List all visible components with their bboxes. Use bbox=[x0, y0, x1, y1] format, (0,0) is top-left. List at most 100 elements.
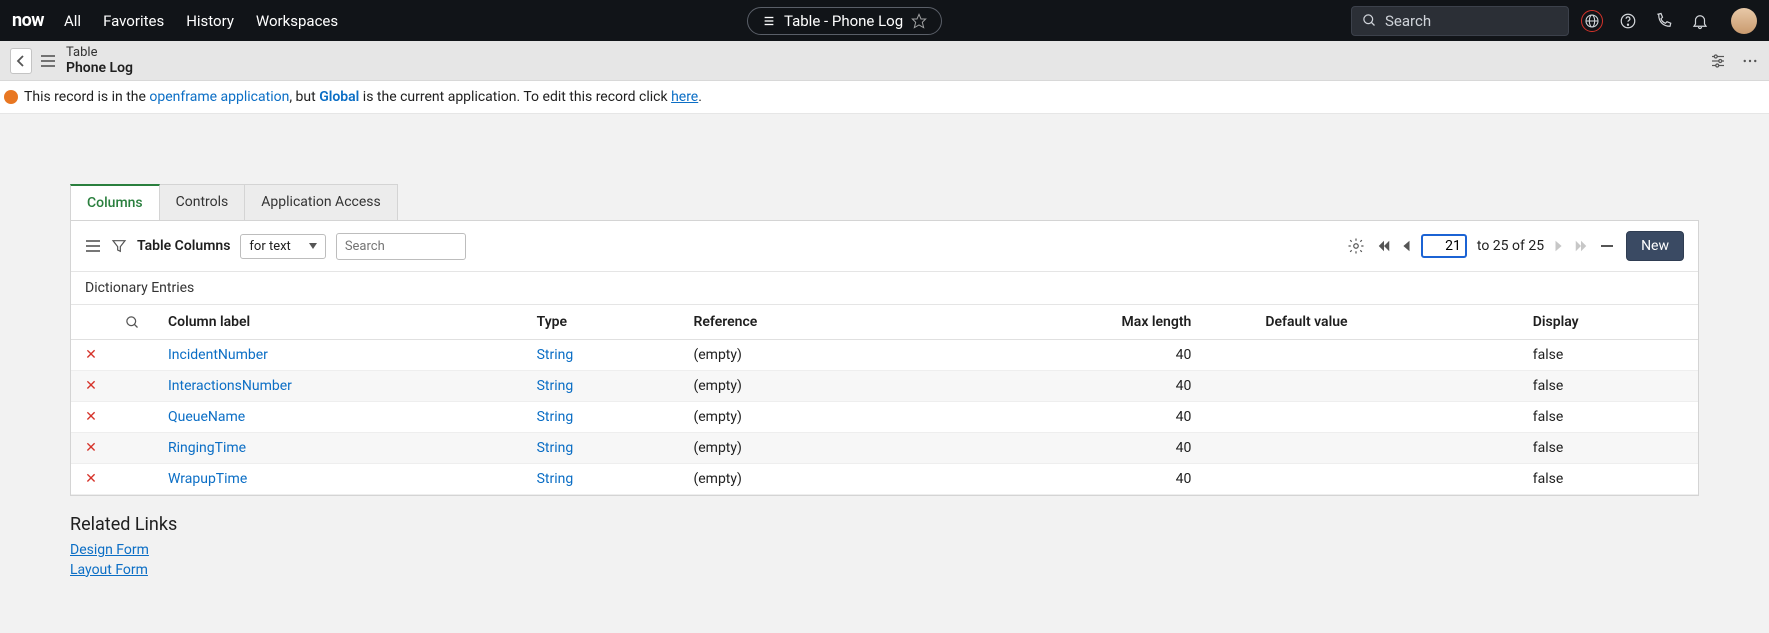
nav-history[interactable]: History bbox=[186, 12, 234, 30]
cell-display: false bbox=[1519, 464, 1698, 495]
header-actions bbox=[1581, 8, 1757, 34]
th-max-length[interactable]: Max length bbox=[902, 305, 1251, 340]
star-icon[interactable] bbox=[911, 13, 927, 29]
cell-max-length: 40 bbox=[902, 402, 1251, 433]
app-link[interactable]: openframe application bbox=[149, 89, 289, 105]
filter-icon[interactable] bbox=[111, 238, 127, 254]
cell-default-value bbox=[1251, 371, 1518, 402]
nav-favorites[interactable]: Favorites bbox=[103, 12, 164, 30]
link-design-form[interactable]: Design Form bbox=[70, 541, 1699, 561]
th-search[interactable] bbox=[111, 305, 154, 340]
cell-default-value bbox=[1251, 433, 1518, 464]
section-title: Dictionary Entries bbox=[71, 272, 1698, 305]
cell-type[interactable]: String bbox=[537, 471, 574, 487]
cell-default-value bbox=[1251, 402, 1518, 433]
table-row: ✕InteractionsNumberString(empty)40false bbox=[71, 371, 1698, 402]
page-next-icon[interactable] bbox=[1554, 239, 1564, 253]
phone-icon[interactable] bbox=[1653, 10, 1675, 32]
nav-links: All Favorites History Workspaces bbox=[64, 12, 338, 30]
tab-columns[interactable]: Columns bbox=[70, 184, 160, 220]
search-icon bbox=[1362, 13, 1377, 28]
gear-icon[interactable] bbox=[1347, 237, 1365, 255]
page-current-input[interactable] bbox=[1421, 234, 1467, 258]
th-reference[interactable]: Reference bbox=[679, 305, 902, 340]
list-icon bbox=[762, 14, 776, 28]
globe-icon[interactable] bbox=[1581, 10, 1603, 32]
cell-reference: (empty) bbox=[679, 433, 902, 464]
more-icon[interactable] bbox=[1741, 52, 1759, 70]
cell-display: false bbox=[1519, 371, 1698, 402]
th-default-value[interactable]: Default value bbox=[1251, 305, 1518, 340]
tab-application-access[interactable]: Application Access bbox=[245, 184, 397, 220]
cell-type[interactable]: String bbox=[537, 347, 574, 363]
list-menu-icon[interactable] bbox=[85, 239, 101, 253]
cell-display: false bbox=[1519, 340, 1698, 371]
page-range: to 25 of 25 bbox=[1477, 238, 1544, 254]
delete-icon[interactable]: ✕ bbox=[85, 347, 97, 363]
delete-icon[interactable]: ✕ bbox=[85, 409, 97, 425]
th-column-label[interactable]: Column label bbox=[154, 305, 523, 340]
cell-default-value bbox=[1251, 340, 1518, 371]
global-label: Global bbox=[319, 89, 359, 105]
settings-sliders-icon[interactable] bbox=[1709, 52, 1727, 70]
page-first-icon[interactable] bbox=[1377, 239, 1391, 253]
column-search-input[interactable] bbox=[336, 233, 466, 260]
edit-here-link[interactable]: here bbox=[671, 89, 698, 105]
list-toolbar: Table Columns for text to 25 of 25 New bbox=[71, 221, 1698, 272]
new-button[interactable]: New bbox=[1626, 231, 1684, 261]
alert-text: This record is in the openframe applicat… bbox=[24, 89, 702, 105]
main-content: Columns Controls Application Access Tabl… bbox=[0, 114, 1769, 580]
page-last-icon[interactable] bbox=[1574, 239, 1588, 253]
title-line1: Table bbox=[66, 45, 133, 60]
table-row: ✕RingingTimeString(empty)40false bbox=[71, 433, 1698, 464]
back-button[interactable] bbox=[10, 48, 32, 74]
tab-controls[interactable]: Controls bbox=[160, 184, 246, 220]
help-icon[interactable] bbox=[1617, 10, 1639, 32]
cell-column-label[interactable]: IncidentNumber bbox=[168, 347, 268, 363]
cell-column-label[interactable]: QueueName bbox=[168, 409, 245, 425]
toolbar-title: Table Columns bbox=[137, 238, 230, 254]
cell-column-label[interactable]: RingingTime bbox=[168, 440, 246, 456]
th-action bbox=[71, 305, 111, 340]
cell-reference: (empty) bbox=[679, 340, 902, 371]
related-heading: Related Links bbox=[70, 514, 1699, 535]
cell-type[interactable]: String bbox=[537, 378, 574, 394]
pagination: to 25 of 25 bbox=[1377, 234, 1588, 258]
chevron-down-icon bbox=[309, 243, 317, 249]
table-row: ✕IncidentNumberString(empty)40false bbox=[71, 340, 1698, 371]
context-pill[interactable]: Table - Phone Log bbox=[747, 7, 942, 35]
cell-type[interactable]: String bbox=[537, 440, 574, 456]
menu-icon[interactable] bbox=[40, 54, 56, 68]
logo: now bbox=[12, 10, 44, 31]
search-mode-select[interactable]: for text bbox=[240, 234, 325, 259]
related-links: Related Links Design Form Layout Form bbox=[70, 496, 1699, 580]
link-layout-form[interactable]: Layout Form bbox=[70, 561, 1699, 581]
nav-workspaces[interactable]: Workspaces bbox=[256, 12, 338, 30]
avatar[interactable] bbox=[1731, 8, 1757, 34]
cell-display: false bbox=[1519, 433, 1698, 464]
delete-icon[interactable]: ✕ bbox=[85, 440, 97, 456]
sub-header: Table Phone Log bbox=[0, 41, 1769, 81]
cell-default-value bbox=[1251, 464, 1518, 495]
columns-table: Column label Type Reference Max length D… bbox=[71, 305, 1698, 495]
th-display[interactable]: Display bbox=[1519, 305, 1698, 340]
delete-icon[interactable]: ✕ bbox=[85, 471, 97, 487]
info-alert: This record is in the openframe applicat… bbox=[0, 81, 1769, 114]
page-prev-icon[interactable] bbox=[1401, 239, 1411, 253]
delete-icon[interactable]: ✕ bbox=[85, 378, 97, 394]
cell-type[interactable]: String bbox=[537, 409, 574, 425]
pill-title: Table - Phone Log bbox=[784, 12, 903, 30]
bell-icon[interactable] bbox=[1689, 10, 1711, 32]
collapse-icon[interactable] bbox=[1600, 244, 1614, 248]
table-row: ✕WrapupTimeString(empty)40false bbox=[71, 464, 1698, 495]
cell-column-label[interactable]: InteractionsNumber bbox=[168, 378, 292, 394]
page-title: Table Phone Log bbox=[66, 45, 133, 76]
nav-all[interactable]: All bbox=[64, 12, 81, 30]
cell-column-label[interactable]: WrapupTime bbox=[168, 471, 247, 487]
top-nav: now All Favorites History Workspaces Tab… bbox=[0, 0, 1769, 41]
cell-max-length: 40 bbox=[902, 464, 1251, 495]
cell-display: false bbox=[1519, 402, 1698, 433]
global-search[interactable]: Search bbox=[1351, 6, 1569, 36]
th-type[interactable]: Type bbox=[523, 305, 680, 340]
cell-reference: (empty) bbox=[679, 371, 902, 402]
